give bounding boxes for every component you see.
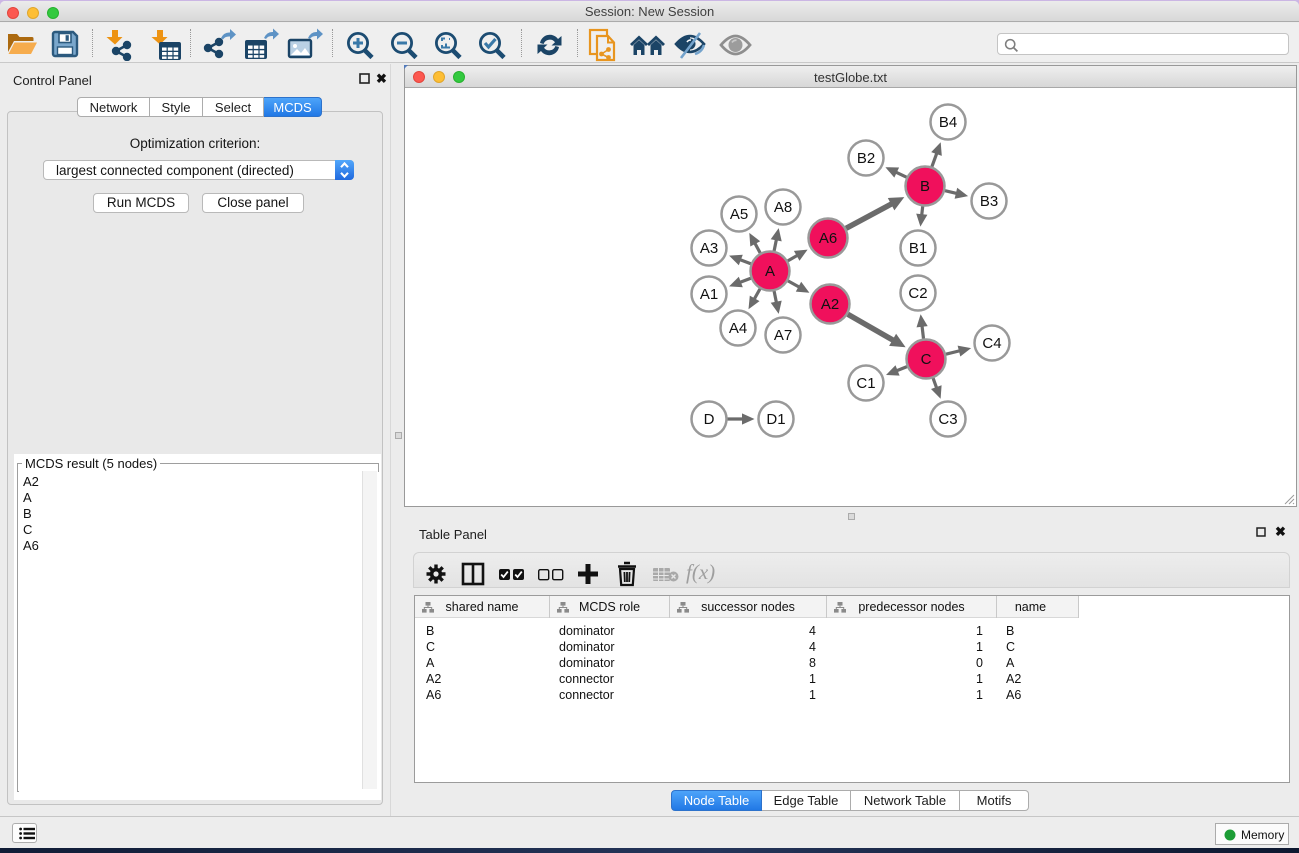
- svg-text:A4: A4: [729, 320, 747, 337]
- svg-text:C1: C1: [856, 375, 875, 392]
- svg-text:A3: A3: [700, 240, 718, 257]
- svg-text:B3: B3: [980, 193, 998, 210]
- svg-text:C4: C4: [982, 335, 1001, 352]
- svg-text:A6: A6: [819, 230, 837, 247]
- svg-text:D1: D1: [766, 411, 785, 428]
- svg-text:C3: C3: [938, 411, 957, 428]
- svg-text:C2: C2: [908, 285, 927, 302]
- svg-text:A: A: [765, 263, 775, 280]
- svg-text:B1: B1: [909, 240, 927, 257]
- svg-text:B: B: [920, 178, 930, 195]
- svg-text:A1: A1: [700, 286, 718, 303]
- svg-text:A7: A7: [774, 327, 792, 344]
- svg-text:D: D: [704, 411, 715, 428]
- svg-text:A5: A5: [730, 206, 748, 223]
- svg-text:A2: A2: [821, 296, 839, 313]
- svg-text:A8: A8: [774, 199, 792, 216]
- svg-text:B4: B4: [939, 114, 957, 131]
- svg-text:B2: B2: [857, 150, 875, 167]
- svg-text:C: C: [921, 351, 932, 368]
